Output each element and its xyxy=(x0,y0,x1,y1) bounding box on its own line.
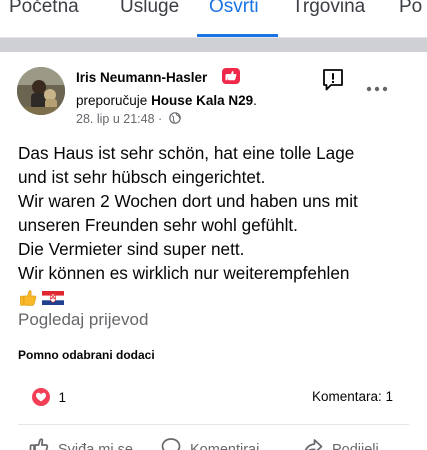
tab-shop[interactable]: Trgovina xyxy=(292,0,365,18)
share-label: Podijeli xyxy=(332,442,379,450)
page-name-link[interactable]: House Kala N29 xyxy=(151,93,253,108)
comments-count[interactable]: Komentara: 1 xyxy=(312,389,393,404)
meta-separator: · xyxy=(158,112,163,126)
review-post: Iris Neumann-Hasler preporučuje House Ka… xyxy=(0,52,427,450)
more-options-icon[interactable] xyxy=(366,85,388,93)
share-button[interactable]: Podijeli xyxy=(302,436,379,450)
page-suffix: . xyxy=(253,93,257,108)
love-reaction-icon xyxy=(32,388,50,406)
recommendation-line: preporučuje House Kala N29. xyxy=(76,93,257,108)
post-line: Wir können es wirklich nur weiterempfehl… xyxy=(18,263,350,283)
globe-icon xyxy=(168,112,181,124)
avatar[interactable] xyxy=(17,67,65,115)
like-button[interactable]: Sviđa mi se xyxy=(28,436,133,450)
comment-button[interactable]: Komentiraj xyxy=(160,436,259,450)
post-line: unseren Freunden sehr wohl gefühlt. xyxy=(18,215,298,235)
report-icon[interactable] xyxy=(322,68,344,92)
like-label: Sviđa mi se xyxy=(58,442,133,450)
see-translation-link[interactable]: Pogledaj prijevod xyxy=(18,310,148,330)
thumbs-up-icon xyxy=(20,290,37,306)
tab-services[interactable]: Usluge xyxy=(120,0,179,18)
post-line: Wir waren 2 Wochen dort und haben uns mi… xyxy=(18,191,358,211)
tab-reviews[interactable]: Osvrti xyxy=(209,0,259,18)
author-name[interactable]: Iris Neumann-Hasler xyxy=(76,70,207,85)
like-icon xyxy=(29,438,49,450)
croatia-flag-icon xyxy=(42,291,65,305)
recommendation-badge-icon xyxy=(222,68,240,84)
post-body: Das Haus ist sehr schön, hat eine tolle … xyxy=(18,141,418,285)
curated-highlights-label: Pomno odabrani dodaci xyxy=(18,348,155,362)
post-timestamp[interactable]: 28. lip u 21:48 xyxy=(76,112,155,126)
post-line: und ist sehr hübsch eingerichtet. xyxy=(18,167,266,187)
share-icon xyxy=(304,439,323,450)
reaction-count: 1 xyxy=(58,389,66,405)
page-tabs: Početna Usluge Osvrti Trgovina Po xyxy=(0,0,427,38)
post-line: Die Vermieter sind super nett. xyxy=(18,239,245,259)
reactions-summary[interactable]: 1 xyxy=(32,388,66,408)
tab-more-partial[interactable]: Po xyxy=(399,0,422,18)
post-line: Das Haus ist sehr schön, hat eine tolle … xyxy=(18,143,355,163)
comment-icon xyxy=(161,438,181,450)
actions-divider xyxy=(18,424,409,425)
post-meta: 28. lip u 21:48 · xyxy=(76,112,181,126)
emoji-row xyxy=(18,288,65,308)
comment-label: Komentiraj xyxy=(190,442,260,450)
tab-home[interactable]: Početna xyxy=(9,0,79,18)
section-separator xyxy=(0,38,427,52)
recommends-text: preporučuje xyxy=(76,93,148,108)
